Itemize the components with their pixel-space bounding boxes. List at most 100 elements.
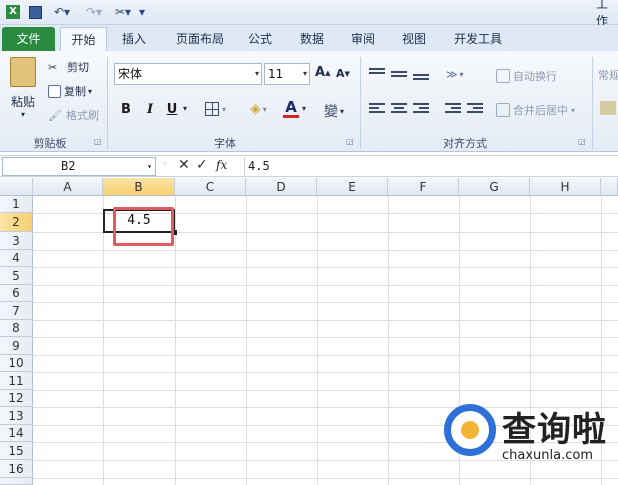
number-format-select[interactable]: 常规	[598, 67, 618, 83]
gridline	[33, 285, 618, 286]
enter-icon[interactable]: ✓	[196, 157, 208, 173]
font-size-select[interactable]: 11 ▾	[264, 63, 310, 85]
borders-button[interactable]: ▾	[205, 102, 226, 116]
row-header-12[interactable]: 12	[0, 390, 33, 407]
text-orientation-icon: ≫	[446, 68, 458, 81]
font-color-button[interactable]: A	[283, 99, 299, 118]
phonetic-button[interactable]: 變 ▾	[324, 101, 344, 121]
save-icon[interactable]	[26, 3, 44, 21]
decrease-font-size-button[interactable]: A ▼	[336, 67, 350, 80]
formula-input[interactable]: 4.5	[244, 157, 616, 176]
column-header-a[interactable]: A	[33, 178, 103, 196]
decrease-indent-icon[interactable]	[445, 103, 461, 115]
clipboard-dialog-launcher-icon[interactable]: ◲	[94, 137, 102, 146]
ribbon-tabs: 文件 开始 插入 页面布局 公式 数据 审阅 视图 开发工具	[0, 25, 618, 51]
tab-file[interactable]: 文件	[2, 27, 55, 51]
undo-icon[interactable]: ↶▾	[48, 3, 76, 21]
align-middle-icon[interactable]	[391, 71, 407, 83]
alignment-group-label: 对齐方式	[443, 137, 487, 150]
font-name-select[interactable]: 宋体 ▾	[114, 63, 262, 85]
font-dialog-launcher-icon[interactable]: ◲	[346, 137, 354, 146]
orientation-button[interactable]: ≫ ▾	[446, 68, 464, 81]
column-header-h[interactable]: H	[530, 178, 601, 196]
name-box[interactable]: B2 ▾	[2, 157, 156, 176]
copy-button[interactable]: 复制 ▾	[48, 83, 92, 99]
wrap-text-button[interactable]: 自动换行	[496, 68, 557, 84]
align-right-icon[interactable]	[413, 103, 429, 115]
merge-center-button[interactable]: 合并后居中 ▾	[496, 102, 575, 118]
increase-indent-icon[interactable]	[467, 103, 483, 115]
underline-dropdown-icon[interactable]: ▾	[183, 104, 187, 113]
gridline	[33, 337, 618, 338]
align-center-icon[interactable]	[391, 103, 407, 115]
fill-color-button[interactable]: ◈ ▾	[250, 101, 267, 117]
gridline	[33, 355, 618, 356]
gridline	[33, 320, 618, 321]
row-header-11[interactable]: 11	[0, 372, 33, 390]
format-painter-label: 格式刷	[66, 109, 99, 122]
row-header-9[interactable]: 9	[0, 337, 33, 355]
tab-view[interactable]: 视图	[394, 27, 434, 51]
column-header-c[interactable]: C	[175, 178, 246, 196]
divider	[107, 57, 108, 149]
row-header-7[interactable]: 7	[0, 302, 33, 320]
align-bottom-icon[interactable]	[413, 74, 429, 86]
select-all-corner[interactable]	[0, 178, 33, 196]
tab-home[interactable]: 开始	[60, 27, 107, 51]
row-header-1[interactable]: 1	[0, 196, 33, 213]
tab-page-layout[interactable]: 页面布局	[165, 27, 235, 51]
row-header-6[interactable]: 6	[0, 285, 33, 302]
copy-icon	[48, 84, 61, 98]
copy-label: 复制	[64, 85, 86, 98]
tab-data[interactable]: 数据	[292, 27, 332, 51]
row-header-partial[interactable]	[0, 478, 33, 485]
tab-insert[interactable]: 插入	[112, 27, 156, 51]
wrap-text-label: 自动换行	[513, 70, 557, 83]
borders-icon	[205, 102, 219, 116]
font-group-label: 字体	[214, 137, 236, 150]
increase-font-size-button[interactable]: A ▲	[315, 65, 330, 80]
row-header-14[interactable]: 14	[0, 425, 33, 442]
gridline	[33, 250, 618, 251]
column-header-partial[interactable]	[601, 178, 618, 196]
align-left-icon[interactable]	[369, 103, 385, 115]
tab-developer[interactable]: 开发工具	[446, 27, 510, 51]
align-top-icon[interactable]	[369, 68, 385, 80]
brush-icon: 🖌	[48, 108, 62, 122]
italic-button[interactable]: I	[140, 100, 160, 120]
alignment-dialog-launcher-icon[interactable]: ◲	[578, 137, 586, 146]
underline-button[interactable]: U	[162, 100, 182, 120]
window-title: 工作	[596, 0, 609, 28]
cut-button[interactable]: ✂ 剪切	[48, 59, 89, 75]
column-header-d[interactable]: D	[246, 178, 317, 196]
watermark: 查询啦 chaxunla.com	[444, 402, 614, 466]
column-header-b[interactable]: B	[103, 178, 175, 196]
divider	[592, 57, 593, 149]
row-header-16[interactable]: 16	[0, 460, 33, 478]
quick-access-menu-icon[interactable]: ▾	[136, 3, 148, 21]
bold-button[interactable]: B	[116, 100, 136, 120]
row-header-2[interactable]: 2	[0, 213, 33, 232]
column-header-e[interactable]: E	[317, 178, 388, 196]
column-header-g[interactable]: G	[459, 178, 530, 196]
format-painter-button[interactable]: 🖌 格式刷	[48, 107, 99, 123]
redo-icon[interactable]: ↷▾	[80, 3, 108, 21]
insert-function-button[interactable]: fx	[216, 158, 227, 172]
gridline	[33, 390, 618, 391]
row-header-8[interactable]: 8	[0, 320, 33, 337]
row-header-5[interactable]: 5	[0, 267, 33, 285]
paste-button[interactable]: 粘贴 ▾	[6, 57, 40, 127]
row-header-3[interactable]: 3	[0, 232, 33, 250]
row-header-15[interactable]: 15	[0, 442, 33, 460]
wrap-text-icon	[496, 69, 510, 83]
row-header-10[interactable]: 10	[0, 355, 33, 372]
cancel-icon[interactable]: ✕	[178, 157, 190, 173]
currency-icon[interactable]	[600, 101, 616, 115]
tab-review[interactable]: 审阅	[343, 27, 383, 51]
row-header-4[interactable]: 4	[0, 250, 33, 267]
customize-tool-icon[interactable]: ✂▾	[112, 3, 134, 21]
tab-formulas[interactable]: 公式	[240, 27, 280, 51]
font-color-dropdown-icon[interactable]: ▾	[302, 104, 306, 113]
row-header-13[interactable]: 13	[0, 407, 33, 425]
column-header-f[interactable]: F	[388, 178, 459, 196]
